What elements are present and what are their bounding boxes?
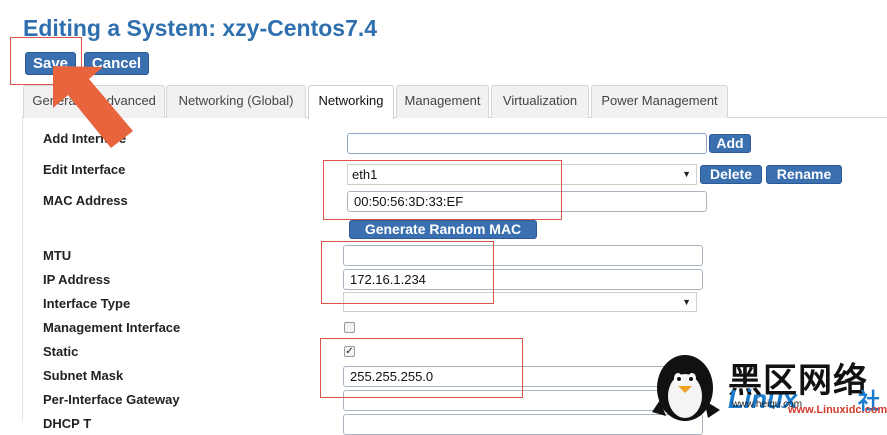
management-interface-checkbox[interactable] — [344, 322, 355, 333]
watermark-url2: www.Linuxidc.com — [788, 404, 887, 416]
highlight-ip-box — [321, 241, 494, 304]
delete-interface-button[interactable]: Delete — [700, 165, 762, 184]
annotation-arrow-icon — [53, 66, 133, 148]
generate-random-mac-button[interactable]: Generate Random MAC — [349, 220, 537, 239]
dropdown-arrow-icon: ▼ — [682, 169, 691, 179]
rename-interface-button[interactable]: Rename — [766, 165, 842, 184]
interface-type-label: Interface Type — [43, 296, 131, 311]
dropdown-arrow-icon: ▼ — [682, 297, 691, 307]
tab-networking-global[interactable]: Networking (Global) — [166, 85, 306, 118]
add-interface-button[interactable]: Add — [709, 134, 751, 153]
mac-address-label: MAC Address — [43, 193, 128, 208]
tab-networking[interactable]: Networking — [308, 85, 394, 119]
static-label: Static — [43, 344, 79, 359]
dhcp-tag-label: DHCP T — [43, 416, 92, 431]
mtu-label: MTU — [43, 248, 72, 263]
penguin-logo-icon — [652, 355, 720, 421]
highlight-interface-mac-box — [323, 160, 562, 220]
management-interface-label: Management Interface — [43, 320, 181, 335]
dhcp-tag-input[interactable] — [343, 414, 703, 435]
ip-address-label: IP Address — [43, 272, 111, 287]
highlight-static-subnet-box — [320, 338, 523, 398]
tab-virtualization[interactable]: Virtualization — [491, 85, 589, 118]
tab-power-management[interactable]: Power Management — [591, 85, 728, 118]
add-interface-input[interactable] — [347, 133, 707, 154]
per-interface-gateway-label: Per-Interface Gateway — [43, 392, 180, 407]
subnet-mask-label: Subnet Mask — [43, 368, 124, 383]
tab-management[interactable]: Management — [396, 85, 489, 118]
